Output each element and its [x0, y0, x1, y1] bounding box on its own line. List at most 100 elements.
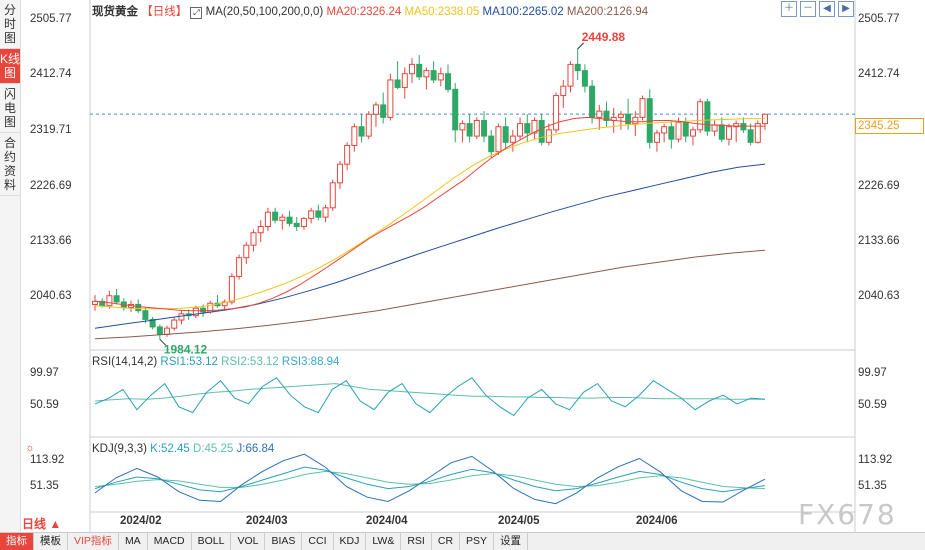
candle	[517, 117, 524, 140]
tab-ma[interactable]: MA	[119, 533, 148, 550]
ytick-rsi-r0: 99.97	[858, 367, 887, 379]
sidebar: 分时图 K线图 闪电图 合约资料	[0, 0, 21, 549]
ma-settings-icon[interactable]: ⤢	[190, 7, 203, 19]
ma200-line	[94, 249, 766, 340]
scroll-left-icon[interactable]: ◀	[819, 1, 835, 17]
candle	[372, 101, 379, 127]
candle	[336, 161, 343, 190]
kdj-j-line	[94, 453, 766, 505]
candle	[358, 114, 365, 143]
tab-kdj[interactable]: KDJ	[334, 533, 367, 550]
ytick-price-2: 2319.71	[30, 124, 72, 136]
tab-template[interactable]: 模板	[34, 533, 68, 550]
candle	[596, 104, 603, 130]
candle	[740, 117, 747, 133]
tab-macd[interactable]: MACD	[148, 533, 192, 550]
ytick-price-3: 2226.69	[30, 180, 72, 192]
tab-vol[interactable]: VOL	[231, 533, 266, 550]
ma50-line	[94, 118, 765, 310]
candle	[228, 273, 235, 305]
candle	[430, 61, 437, 84]
scroll-right-icon[interactable]: ▶	[838, 1, 854, 17]
ytick-kdj-0: 113.92	[30, 454, 65, 466]
candle	[603, 101, 610, 127]
candle	[380, 92, 387, 124]
candle	[293, 217, 300, 231]
candle	[92, 295, 98, 311]
rsi-header: RSI(14,14,2) RSI1:53.12 RSI2:53.12 RSI3:…	[92, 356, 339, 368]
zoom-in-icon[interactable]: ＋	[781, 1, 797, 17]
candle	[646, 89, 653, 149]
candle	[178, 310, 185, 325]
candle	[437, 67, 444, 87]
ma100-value: MA100:2265.02	[482, 6, 564, 18]
candle	[300, 217, 307, 230]
rsi-label: RSI(14,14,2)	[92, 356, 158, 368]
ytick-kdj-r0: 113.92	[858, 454, 893, 466]
kdj-k-value: K:52.45	[150, 443, 190, 455]
sidebar-item-kline[interactable]: K线图	[0, 49, 20, 84]
candle	[733, 120, 740, 143]
xtick-2: 2024/04	[366, 515, 408, 527]
rsi2-value: RSI2:53.12	[221, 356, 279, 368]
candle	[524, 114, 531, 143]
candle	[531, 117, 538, 140]
candle	[725, 123, 732, 146]
candle	[553, 92, 560, 133]
candle	[495, 123, 502, 155]
ma100-line	[94, 163, 766, 329]
period-button[interactable]: 日线 ▲	[22, 515, 61, 532]
tab-lw[interactable]: LW&	[366, 533, 402, 550]
xtick-3: 2024/05	[498, 515, 540, 527]
chart-tools: ＋ － ◀ ▶	[781, 1, 854, 17]
ytick-kdj-1: 51.35	[30, 480, 59, 492]
tab-psy[interactable]: PSY	[460, 533, 495, 550]
xtick-0: 2024/02	[120, 515, 162, 527]
candle	[567, 61, 574, 93]
tab-boll[interactable]: BOLL	[192, 533, 232, 550]
watermark: FX678	[798, 498, 897, 531]
tab-cci[interactable]: CCI	[302, 533, 334, 550]
period-label: 【日线】	[141, 6, 188, 18]
period-button-label: 日线	[22, 517, 47, 531]
ma20-value: MA20:2326.24	[326, 6, 402, 18]
candle	[308, 207, 315, 224]
ma200-value: MA200:2126.94	[566, 6, 649, 18]
ytick-price-4: 2133.66	[30, 235, 72, 247]
tab-rsi[interactable]: RSI	[401, 533, 432, 550]
candle	[653, 129, 660, 152]
candle	[286, 210, 293, 227]
candle	[113, 288, 120, 305]
candle	[754, 120, 761, 144]
candle	[589, 79, 596, 124]
candle	[387, 73, 394, 121]
tab-bias[interactable]: BIAS	[265, 533, 303, 550]
kdj-d-value: D:45.25	[193, 443, 234, 455]
candle	[149, 316, 156, 330]
rsi1-line	[94, 377, 766, 417]
zoom-out-icon[interactable]: －	[800, 1, 816, 17]
ytick-price-5: 2040.63	[30, 290, 72, 302]
rsi2-line	[94, 383, 765, 402]
kdj-header: KDJ(9,3,3) K:52.45 D:45.25 J:66.84	[92, 443, 274, 455]
tab-cr[interactable]: CR	[432, 533, 461, 550]
candle	[401, 67, 408, 99]
candle	[329, 179, 336, 211]
tab-settings[interactable]: 设置	[494, 533, 529, 550]
tab-vip-indicator[interactable]: VIP指标	[68, 533, 119, 550]
ytick-price-0: 2505.77	[30, 13, 72, 25]
sidebar-item-flash[interactable]: 闪电图	[0, 84, 20, 133]
candle	[481, 111, 488, 143]
candle	[236, 254, 243, 280]
tab-indicator[interactable]: 指标	[0, 533, 34, 550]
ytick-price-r1: 2412.74	[858, 68, 900, 80]
candle	[459, 120, 466, 143]
rsi1-value: RSI1:53.12	[160, 356, 218, 368]
sidebar-item-contract[interactable]: 合约资料	[0, 133, 20, 196]
candle	[762, 113, 768, 130]
ma50-value: MA50:2338.05	[404, 6, 480, 18]
sidebar-item-timeshare[interactable]: 分时图	[0, 0, 20, 49]
candle	[581, 64, 588, 93]
candle	[408, 58, 415, 84]
instrument-name: 现货黄金	[92, 6, 138, 18]
